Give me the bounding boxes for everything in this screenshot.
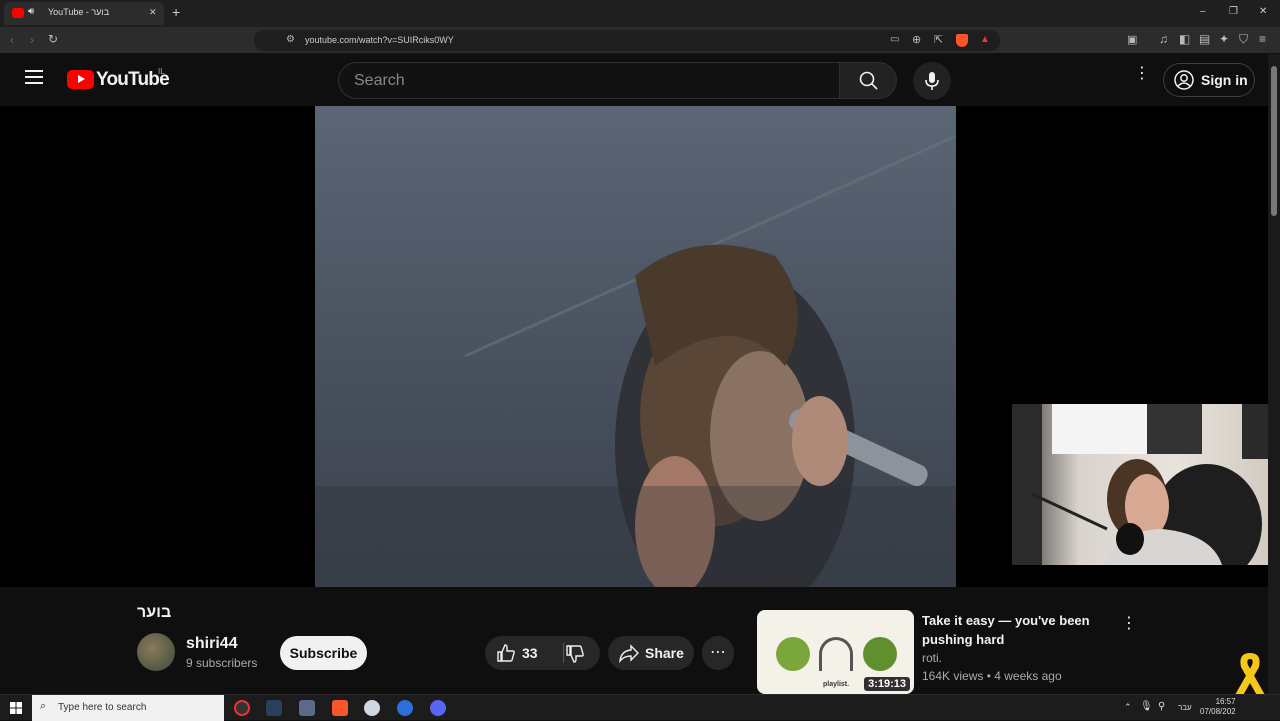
shield-app-icon[interactable] (364, 700, 380, 716)
brave-shield-icon[interactable] (956, 34, 968, 47)
restore-button[interactable]: ❐ (1229, 6, 1238, 17)
clock-date: 07/08/202 (1200, 707, 1236, 716)
subscribe-button[interactable]: Subscribe (280, 636, 367, 670)
minimize-button[interactable]: – (1200, 6, 1206, 17)
recommended-title[interactable]: Take it easy — you've been pushing hard (922, 611, 1112, 649)
tray-mic-icon[interactable]: 🎙︎ (1140, 701, 1153, 712)
search-icon: ⌕ (40, 700, 47, 712)
tray-network-icon[interactable]: ⚲ (1158, 701, 1165, 712)
sign-in-label: Sign in (1201, 72, 1248, 88)
video-player[interactable] (0, 106, 1280, 587)
back-icon[interactable]: ‹ (10, 34, 14, 46)
subscriber-count: 9 subscribers (186, 656, 258, 670)
headphones-icon (819, 637, 853, 671)
forward-icon[interactable]: › (30, 34, 34, 46)
recommended-thumbnail[interactable]: playlist. 3:19:13 (757, 610, 914, 694)
c-app-icon[interactable] (397, 700, 413, 716)
close-window-button[interactable]: ✕ (1259, 6, 1267, 17)
sign-in-button[interactable]: Sign in (1163, 63, 1255, 97)
search-input[interactable] (354, 72, 824, 90)
reload-icon[interactable]: ↻ (48, 33, 58, 45)
browser-tab[interactable]: 🔊︎ YouTube - בוער ✕ (4, 2, 164, 25)
video-frame[interactable] (315, 106, 956, 587)
search-icon (859, 71, 878, 90)
share-icon (619, 644, 639, 663)
browser-toolbar: ‹ › ↻ ▯ ⚙ youtube.com/watch?v=SUIRciks0W… (0, 27, 1280, 54)
leaf-icon (776, 637, 810, 671)
video-title: בוער (137, 604, 172, 621)
url-text: youtube.com/watch?v=SUIRciks0WY (305, 35, 454, 45)
windows-taskbar: ⌕ Type here to search ⌃ 🎙︎ ⚲ עבר 16:57 0… (0, 694, 1280, 721)
settings-more-icon[interactable]: ⋮ (1134, 66, 1150, 82)
tab-close-icon[interactable]: ✕ (149, 7, 157, 18)
taskbar-clock[interactable]: 16:57 07/08/202 (1200, 697, 1236, 717)
more-horizontal-icon: ⋯ (710, 644, 726, 661)
like-divider (563, 643, 564, 663)
clock-time: 16:57 (1215, 697, 1236, 706)
tab-title: YouTube - בוער (48, 7, 110, 17)
channel-avatar[interactable] (137, 633, 175, 671)
brave-rewards-icon[interactable]: ▲ (980, 34, 990, 45)
thumbs-down-icon[interactable] (565, 644, 585, 664)
recommended-menu-icon[interactable]: ⋮ (1121, 613, 1137, 633)
youtube-favicon-icon (12, 8, 24, 18)
voice-search-button[interactable] (913, 62, 951, 100)
thumbs-up-icon[interactable] (496, 643, 516, 663)
windows-start-icon[interactable] (10, 702, 22, 714)
scrollbar-thumb[interactable] (1271, 66, 1277, 216)
sidebar-icon[interactable]: ◧ (1179, 33, 1190, 45)
account-icon (1174, 70, 1194, 90)
speaker-icon[interactable]: 🔊︎ (28, 6, 34, 17)
browser-tab-bar: 🔊︎ YouTube - בוער ✕ + – ❐ ✕ (0, 0, 1280, 27)
video-frame-image (315, 134, 956, 587)
region-code: IL (158, 67, 165, 76)
recommended-channel[interactable]: roti. (922, 651, 942, 665)
language-indicator[interactable]: עבר (1178, 703, 1192, 712)
share-button[interactable]: Share (608, 636, 694, 670)
youtube-logo[interactable]: YouTube IL (67, 67, 170, 93)
youtube-header: YouTube IL ⋮ Sign in (0, 54, 1268, 106)
taskbar-search-label: Type here to search (58, 702, 147, 713)
page-scrollbar[interactable] (1268, 54, 1280, 696)
app-icon[interactable] (299, 700, 315, 716)
like-count: 33 (522, 645, 538, 661)
vpn-icon[interactable]: ⛉ (1239, 33, 1248, 45)
share-page-icon[interactable]: ⇱ (934, 33, 943, 46)
discord-icon[interactable] (430, 700, 446, 716)
media-icon[interactable]: ♫ (1159, 33, 1168, 45)
microphone-icon (925, 72, 939, 90)
thumbnail-caption: playlist. (823, 681, 850, 688)
wallet-icon[interactable]: ▤ (1199, 33, 1210, 45)
steam-icon[interactable] (266, 700, 282, 716)
share-label: Share (645, 645, 684, 661)
channel-name[interactable]: shiri44 (186, 635, 238, 653)
latte-art-icon (863, 637, 897, 671)
taskbar-search[interactable]: ⌕ Type here to search (32, 695, 224, 721)
youtube-play-icon (67, 70, 94, 89)
search-button[interactable] (839, 62, 897, 99)
recommended-meta: 164K views • 4 weeks ago (922, 669, 1062, 683)
brave-taskbar-icon[interactable] (332, 700, 348, 716)
cast-icon[interactable]: ▭ (890, 34, 899, 45)
screenshot-icon[interactable]: ▣ (1127, 34, 1137, 46)
hamburger-menu-icon[interactable] (25, 70, 43, 84)
video-duration: 3:19:13 (864, 677, 910, 691)
like-dislike-group: 33 (485, 636, 600, 670)
webcam-overlay (1012, 404, 1280, 565)
zoom-icon[interactable]: ⊕ (912, 33, 921, 46)
tray-chevron-icon[interactable]: ⌃ (1124, 702, 1132, 713)
leo-ai-icon[interactable]: ✦ (1219, 33, 1229, 45)
url-bar[interactable]: ⚙ youtube.com/watch?v=SUIRciks0WY ▭ ⊕ ⇱ … (254, 30, 1000, 51)
menu-icon[interactable]: ≡ (1259, 33, 1266, 45)
webcam-image (1012, 404, 1280, 565)
site-info-icon[interactable]: ⚙ (286, 34, 295, 45)
chrome-canary-icon[interactable] (234, 700, 250, 716)
more-actions-button[interactable]: ⋯ (702, 636, 734, 670)
search-box[interactable] (338, 62, 840, 99)
new-tab-button[interactable]: + (172, 4, 180, 20)
